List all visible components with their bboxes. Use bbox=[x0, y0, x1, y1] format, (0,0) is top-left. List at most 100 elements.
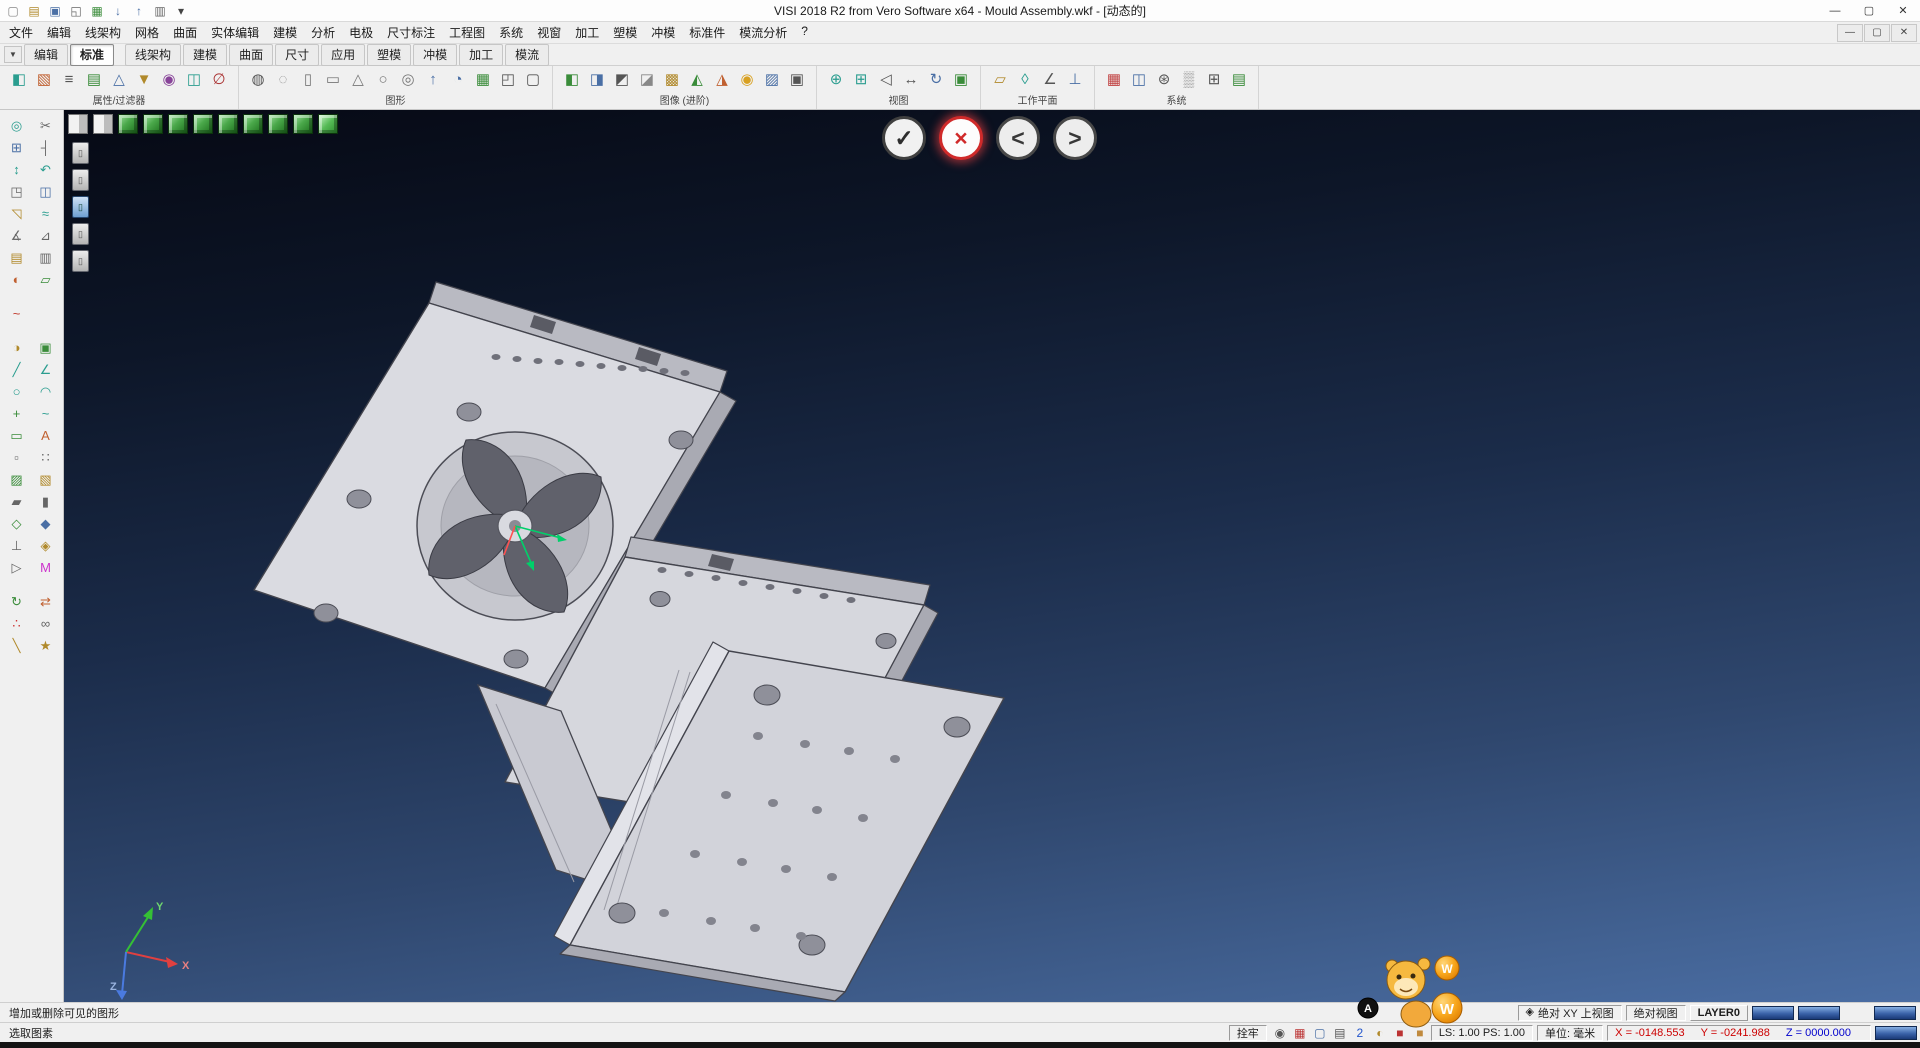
mask-elements-icon[interactable]: ▥ bbox=[33, 247, 59, 268]
rgb-points-icon[interactable]: ∴ bbox=[4, 613, 30, 634]
spline-curve-icon[interactable]: ~ bbox=[4, 303, 30, 324]
rectangle-tool-icon[interactable]: ▭ bbox=[4, 425, 30, 446]
text-tool-icon[interactable]: A bbox=[33, 425, 59, 446]
favorites-icon[interactable]: ★ bbox=[33, 635, 59, 656]
paint-attributes-icon[interactable]: ◐ bbox=[4, 269, 30, 290]
close-button[interactable]: ✕ bbox=[1886, 0, 1920, 21]
cylinder-primitive-icon[interactable]: ▯ bbox=[296, 67, 320, 91]
view-left-icon[interactable] bbox=[218, 114, 238, 134]
dimension-icon[interactable]: ⊿ bbox=[33, 225, 59, 246]
lighting-icon[interactable]: ◉ bbox=[735, 67, 759, 91]
menu-wireframe[interactable]: 线架构 bbox=[78, 24, 128, 41]
workplane-3point-icon[interactable]: ◊ bbox=[1013, 67, 1037, 91]
view-dynamic-icon[interactable] bbox=[318, 114, 338, 134]
display-icon[interactable]: ▦ bbox=[87, 2, 107, 20]
tab-moulding[interactable]: 塑模 bbox=[367, 44, 411, 66]
wireframe-render-icon[interactable]: ◨ bbox=[585, 67, 609, 91]
menu-surface[interactable]: 曲面 bbox=[166, 24, 204, 41]
viewport[interactable]: X Y Z ▯▯▯▯▯ ✓×<> bbox=[64, 110, 1920, 1002]
curve-tool-icon[interactable]: ~ bbox=[33, 403, 59, 424]
lock-grid-icon[interactable]: ▦ bbox=[1291, 1025, 1309, 1041]
smart-select-icon[interactable]: ◎ bbox=[4, 115, 30, 136]
menu-analysis[interactable]: 分析 bbox=[304, 24, 342, 41]
shaded-render-icon[interactable]: ◧ bbox=[560, 67, 584, 91]
macro-text-icon[interactable]: M bbox=[33, 557, 59, 578]
render-settings-icon[interactable]: ◭ bbox=[685, 67, 709, 91]
box-primitive-icon[interactable]: ▭ bbox=[321, 67, 345, 91]
rotate-view-icon[interactable]: ↻ bbox=[924, 67, 948, 91]
view-right-icon[interactable] bbox=[243, 114, 263, 134]
draft-line-icon[interactable]: ╲ bbox=[4, 635, 30, 656]
tab-flow[interactable]: 模流 bbox=[505, 44, 549, 66]
quick-filter-icon[interactable]: ▼ bbox=[132, 67, 156, 91]
print-icon[interactable]: ◱ bbox=[66, 2, 86, 20]
sphere-primitive-icon[interactable]: ○ bbox=[371, 67, 395, 91]
angle-line-icon[interactable]: ∠ bbox=[33, 359, 59, 380]
active-layer-cell[interactable]: LAYER0 bbox=[1690, 1005, 1748, 1021]
paint-face-icon[interactable]: ◑ bbox=[4, 337, 30, 358]
new-file-icon[interactable]: ▢ bbox=[3, 2, 23, 20]
toolbar-dropdown-icon[interactable]: ▼ bbox=[4, 46, 22, 63]
confirm-button[interactable]: ✓ bbox=[882, 116, 926, 160]
pin-icon[interactable]: ◉ bbox=[1271, 1025, 1289, 1041]
link-entities-icon[interactable]: ∞ bbox=[33, 613, 59, 634]
absolute-view-cell[interactable]: ◈ 绝对 XY 上视图 bbox=[1518, 1005, 1622, 1021]
menu-standard-parts[interactable]: 标准件 bbox=[682, 24, 732, 41]
workplane-normal-icon[interactable]: ⊥ bbox=[1063, 67, 1087, 91]
view-bottom-icon[interactable] bbox=[268, 114, 288, 134]
view-iso-icon[interactable] bbox=[293, 114, 313, 134]
display-config-icon[interactable]: ◫ bbox=[1127, 67, 1151, 91]
clear-filter-icon[interactable]: ∅ bbox=[207, 67, 231, 91]
solid-box-icon[interactable]: ▰ bbox=[4, 491, 30, 512]
workplane-side-icon[interactable]: ▱ bbox=[33, 269, 59, 290]
rotate-icon[interactable]: ↶ bbox=[33, 159, 59, 180]
previous-button[interactable]: < bbox=[996, 116, 1040, 160]
point-grid-icon[interactable]: ∷ bbox=[33, 447, 59, 468]
arrow-annotate-icon[interactable]: ▷ bbox=[4, 557, 30, 578]
impeller-part[interactable] bbox=[417, 432, 613, 620]
zoom-all-icon[interactable]: ⊕ bbox=[824, 67, 848, 91]
layer-manager-icon[interactable]: ▤ bbox=[4, 247, 30, 268]
mascot-widget[interactable]: A W W bbox=[1354, 948, 1468, 1044]
calculator-icon[interactable]: ⊞ bbox=[1202, 67, 1226, 91]
database-icon[interactable]: ▤ bbox=[1227, 67, 1251, 91]
tab-surface[interactable]: 曲面 bbox=[229, 44, 273, 66]
dynamic-move-icon[interactable]: ↕ bbox=[4, 159, 30, 180]
swap-entities-icon[interactable]: ⇄ bbox=[33, 591, 59, 612]
view-axonometric-icon[interactable] bbox=[118, 114, 138, 134]
torus-primitive-icon[interactable]: ◎ bbox=[396, 67, 420, 91]
point-tool-icon[interactable]: + bbox=[4, 403, 30, 424]
arc-tool-icon[interactable]: ◠ bbox=[33, 381, 59, 402]
line-tool-icon[interactable]: ╱ bbox=[4, 359, 30, 380]
clipboard-view-2-icon[interactable]: ▯ bbox=[72, 169, 89, 191]
element-filter-icon[interactable]: △ bbox=[107, 67, 131, 91]
tab-dimension[interactable]: 尺寸 bbox=[275, 44, 319, 66]
menu-electrode[interactable]: 电极 bbox=[342, 24, 380, 41]
attributes-icon[interactable]: ◧ bbox=[7, 67, 31, 91]
color-filter-icon[interactable]: ▧ bbox=[32, 67, 56, 91]
zoom-window-icon[interactable]: ⊞ bbox=[849, 67, 873, 91]
mdi-close-button[interactable]: ✕ bbox=[1891, 24, 1917, 42]
workplane-angle-icon[interactable]: ∠ bbox=[1038, 67, 1062, 91]
clipboard-view-3-icon[interactable]: ▯ bbox=[72, 196, 89, 218]
menu-flow-analysis[interactable]: 模流分析 bbox=[732, 24, 794, 41]
snapshot-icon[interactable]: ▣ bbox=[785, 67, 809, 91]
block-display-icon[interactable]: ▦ bbox=[471, 67, 495, 91]
menu-window[interactable]: 视窗 bbox=[530, 24, 568, 41]
mdi-minimize-button[interactable]: — bbox=[1837, 24, 1863, 42]
offset-icon[interactable]: ≈ bbox=[33, 203, 59, 224]
scale-icon[interactable]: ◹ bbox=[4, 203, 30, 224]
color-table-icon[interactable]: ▦ bbox=[1102, 67, 1126, 91]
extrude-icon[interactable]: ↑ bbox=[421, 67, 445, 91]
minimize-button[interactable]: — bbox=[1818, 0, 1852, 21]
transparency-icon[interactable]: ◪ bbox=[635, 67, 659, 91]
print-status-icon[interactable]: ▤ bbox=[1331, 1025, 1349, 1041]
shaded-solid-icon[interactable]: ◆ bbox=[33, 513, 59, 534]
layer-filter-icon[interactable]: ▤ bbox=[82, 67, 106, 91]
pan-view-icon[interactable]: ↔ bbox=[899, 67, 923, 91]
blank-toggle-icon[interactable]: ▢ bbox=[521, 67, 545, 91]
tab-die[interactable]: 冲模 bbox=[413, 44, 457, 66]
hide-selected-icon[interactable]: ◌ bbox=[271, 67, 295, 91]
cone-primitive-icon[interactable]: △ bbox=[346, 67, 370, 91]
texture-map-icon[interactable]: ◮ bbox=[710, 67, 734, 91]
